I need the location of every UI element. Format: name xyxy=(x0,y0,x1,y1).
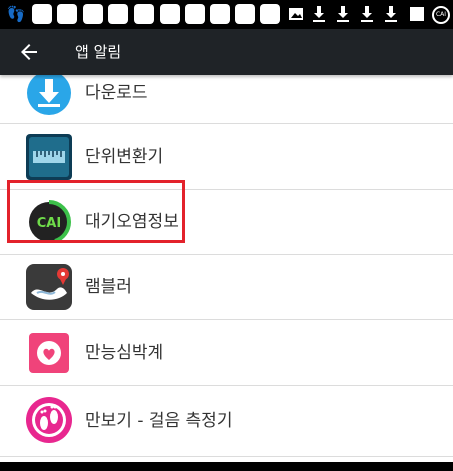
list-item-label: 만보기 - 걸음 측정기 xyxy=(85,411,233,431)
notification-icon xyxy=(235,4,255,24)
list-item-label: 단위변환기 xyxy=(85,147,164,167)
notification-icon xyxy=(57,4,77,24)
back-button[interactable] xyxy=(12,35,46,69)
notification-icon xyxy=(185,4,205,24)
download-status-icon xyxy=(357,4,377,24)
download-status-icon xyxy=(309,4,329,24)
notification-icon xyxy=(210,4,230,24)
heart-icon xyxy=(25,329,73,377)
download-status-icon xyxy=(333,4,353,24)
list-item-label: 램블러 xyxy=(85,277,132,297)
list-item-air-quality[interactable]: CAI 대기오염정보 xyxy=(0,190,453,255)
footprints-status-icon: 👣 xyxy=(6,5,26,23)
status-bar: 👣 CAI xyxy=(0,0,453,29)
ruler-icon xyxy=(25,133,73,181)
arrow-left-icon xyxy=(21,44,37,60)
notification-icon xyxy=(83,4,103,24)
list-item-label: 다운로드 xyxy=(85,83,148,103)
list-item-heart-rate[interactable]: 만능심박계 xyxy=(0,320,453,386)
list-item-pedometer[interactable]: 만보기 - 걸음 측정기 xyxy=(0,386,453,457)
notification-icon xyxy=(134,4,154,24)
notification-icon xyxy=(108,4,128,24)
list-item-label: 만능심박계 xyxy=(85,343,164,363)
list-item-unit-converter[interactable]: 단위변환기 xyxy=(0,124,453,190)
image-icon xyxy=(286,4,306,24)
download-icon xyxy=(25,75,73,117)
notification-icon xyxy=(160,4,180,24)
cai-icon: CAI xyxy=(25,198,73,246)
list-item-rambler[interactable]: 램블러 xyxy=(0,255,453,320)
page-title: 앱 알림 xyxy=(75,43,122,61)
list-item-download[interactable]: 다운로드 xyxy=(0,75,453,124)
notification-icon xyxy=(260,4,280,24)
download-status-icon xyxy=(381,4,401,24)
rambler-icon xyxy=(25,263,73,311)
svg-text:CAI: CAI xyxy=(37,216,61,231)
square-status-icon xyxy=(407,4,427,24)
notification-icon xyxy=(32,4,52,24)
app-bar: 앱 알림 xyxy=(0,29,453,75)
footprints-icon xyxy=(25,396,73,444)
list-item-label: 대기오염정보 xyxy=(85,212,179,232)
cai-status-icon: CAI xyxy=(432,6,450,24)
app-list: 다운로드 단위변환기 CAI 대기오염정보 램블러 만능심박계 만보기 - 걸음… xyxy=(0,75,453,471)
bottom-bar xyxy=(0,462,453,471)
